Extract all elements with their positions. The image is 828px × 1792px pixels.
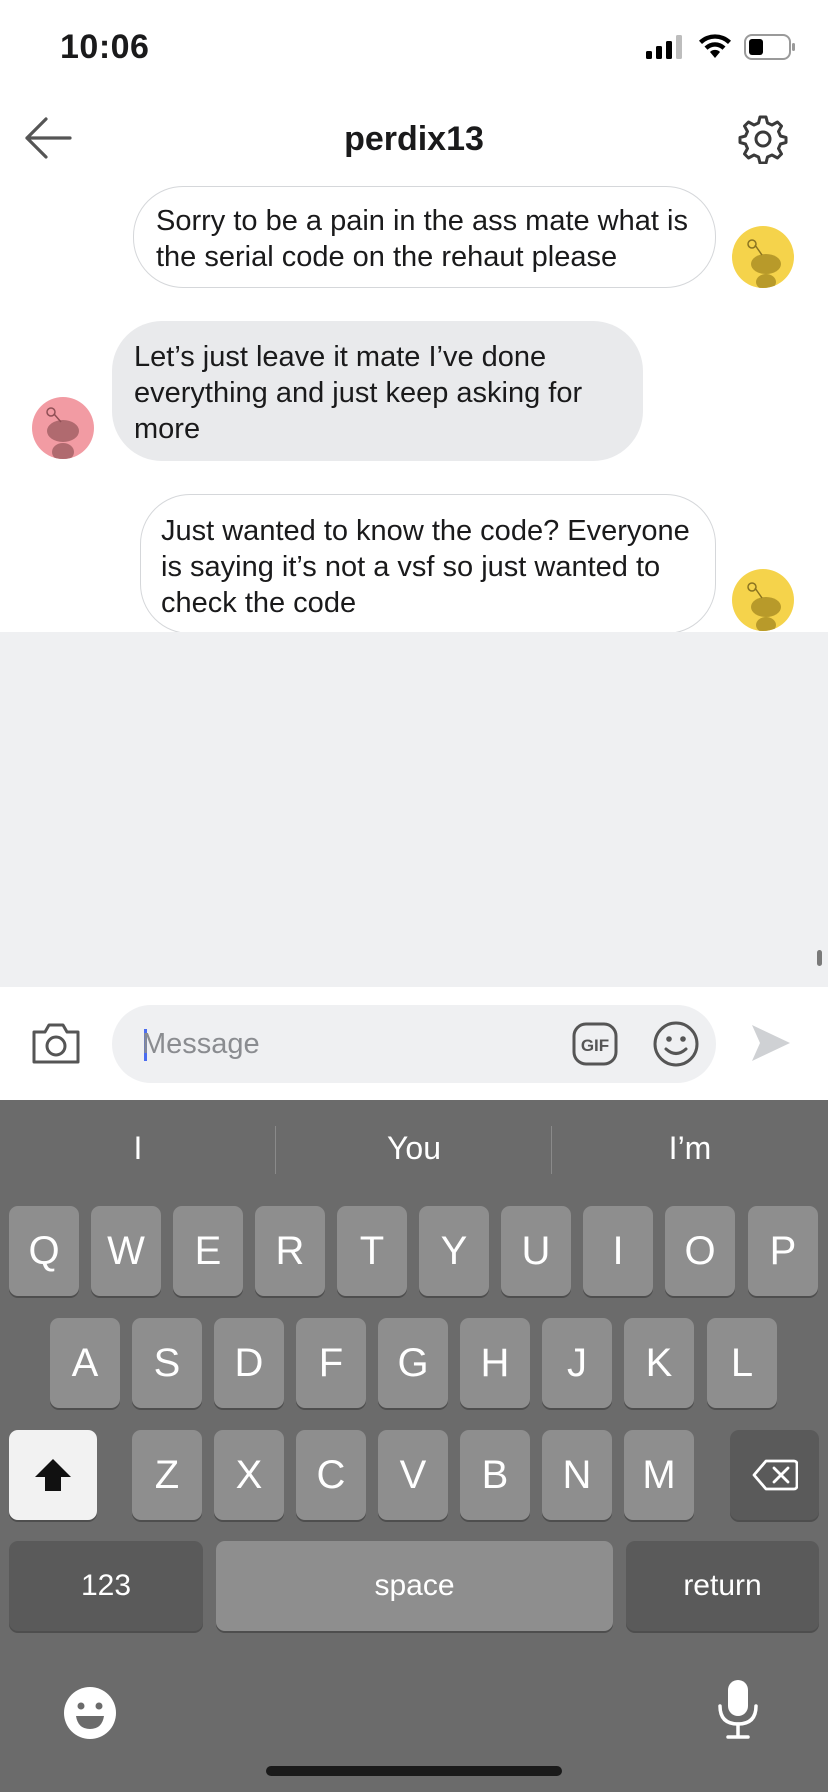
chat-header: perdix13	[0, 100, 828, 186]
key-a[interactable]: A	[50, 1318, 120, 1408]
shift-key[interactable]	[9, 1430, 97, 1520]
snoo-avatar-icon	[46, 407, 79, 459]
suggestion-item[interactable]: You	[276, 1130, 552, 1167]
key-n[interactable]: N	[542, 1430, 612, 1520]
message-composer: GIF	[0, 987, 828, 1100]
status-bar: 10:06	[0, 0, 828, 100]
message-bubble[interactable]: Let’s just leave it mate I’ve done every…	[112, 321, 643, 461]
dictation-button[interactable]	[716, 1678, 760, 1745]
emoji-keyboard-icon	[64, 1687, 116, 1739]
key-i[interactable]: I	[583, 1206, 653, 1296]
page-title: perdix13	[344, 120, 484, 158]
gear-icon	[738, 115, 788, 165]
key-c[interactable]: C	[296, 1430, 366, 1520]
status-time: 10:06	[60, 28, 150, 66]
emoji-keyboard-button[interactable]	[62, 1685, 118, 1746]
key-m[interactable]: M	[624, 1430, 694, 1520]
key-k[interactable]: K	[624, 1318, 694, 1408]
settings-button[interactable]	[738, 114, 788, 165]
keyboard: I You I’m Q W E R T Y U I O P A S D F G …	[0, 1100, 828, 1792]
key-p[interactable]: P	[748, 1206, 818, 1296]
key-r[interactable]: R	[255, 1206, 325, 1296]
smiley-icon	[653, 1021, 699, 1067]
key-w[interactable]: W	[91, 1206, 161, 1296]
key-o[interactable]: O	[665, 1206, 735, 1296]
snoo-avatar-icon	[747, 582, 781, 631]
suggestion-item[interactable]: I	[0, 1130, 276, 1167]
gif-button[interactable]: GIF	[572, 1022, 618, 1066]
key-q[interactable]: Q	[9, 1206, 79, 1296]
key-h[interactable]: H	[460, 1318, 530, 1408]
message-input[interactable]	[142, 1019, 522, 1069]
send-button[interactable]	[750, 1023, 792, 1063]
microphone-icon	[718, 1680, 758, 1739]
snoo-avatar-icon	[747, 239, 781, 288]
message-text: Sorry to be a pain in the ass mate what …	[156, 205, 688, 273]
message-list[interactable]: Sorry to be a pain in the ass mate what …	[0, 186, 828, 634]
message-text: Just wanted to know the code? Everyone i…	[161, 515, 690, 619]
space-key[interactable]: space	[216, 1541, 613, 1631]
backspace-key[interactable]	[730, 1430, 819, 1520]
status-icons	[646, 34, 796, 60]
key-l[interactable]: L	[707, 1318, 777, 1408]
battery-icon	[744, 34, 795, 60]
numbers-key[interactable]: 123	[9, 1541, 203, 1631]
key-t[interactable]: T	[337, 1206, 407, 1296]
chat-empty-area	[0, 632, 828, 987]
key-b[interactable]: B	[460, 1430, 530, 1520]
avatar[interactable]	[32, 397, 94, 459]
home-indicator[interactable]	[266, 1766, 562, 1776]
message-bubble[interactable]: Just wanted to know the code? Everyone i…	[140, 494, 716, 634]
key-u[interactable]: U	[501, 1206, 571, 1296]
gif-icon: GIF	[572, 1022, 618, 1066]
avatar[interactable]	[732, 569, 794, 631]
avatar[interactable]	[732, 226, 794, 288]
key-y[interactable]: Y	[419, 1206, 489, 1296]
key-f[interactable]: F	[296, 1318, 366, 1408]
return-key[interactable]: return	[626, 1541, 819, 1631]
key-j[interactable]: J	[542, 1318, 612, 1408]
backspace-icon	[752, 1459, 798, 1491]
key-g[interactable]: G	[378, 1318, 448, 1408]
message-bubble[interactable]: Sorry to be a pain in the ass mate what …	[133, 186, 716, 288]
key-d[interactable]: D	[214, 1318, 284, 1408]
scroll-indicator[interactable]	[817, 950, 822, 966]
key-z[interactable]: Z	[132, 1430, 202, 1520]
signal-icon	[646, 35, 682, 59]
suggestion-bar: I You I’m	[0, 1100, 828, 1198]
message-text: Let’s just leave it mate I’ve done every…	[134, 341, 583, 445]
wifi-icon	[699, 34, 731, 58]
camera-icon	[32, 1023, 80, 1064]
key-x[interactable]: X	[214, 1430, 284, 1520]
key-s[interactable]: S	[132, 1318, 202, 1408]
key-e[interactable]: E	[173, 1206, 243, 1296]
svg-text:GIF: GIF	[581, 1036, 609, 1055]
message-input-container[interactable]: GIF	[112, 1005, 716, 1083]
send-icon	[752, 1025, 790, 1061]
key-v[interactable]: V	[378, 1430, 448, 1520]
emoji-button[interactable]	[652, 1020, 700, 1068]
camera-button[interactable]	[30, 1020, 82, 1066]
shift-icon	[35, 1459, 71, 1491]
suggestion-item[interactable]: I’m	[552, 1130, 828, 1167]
